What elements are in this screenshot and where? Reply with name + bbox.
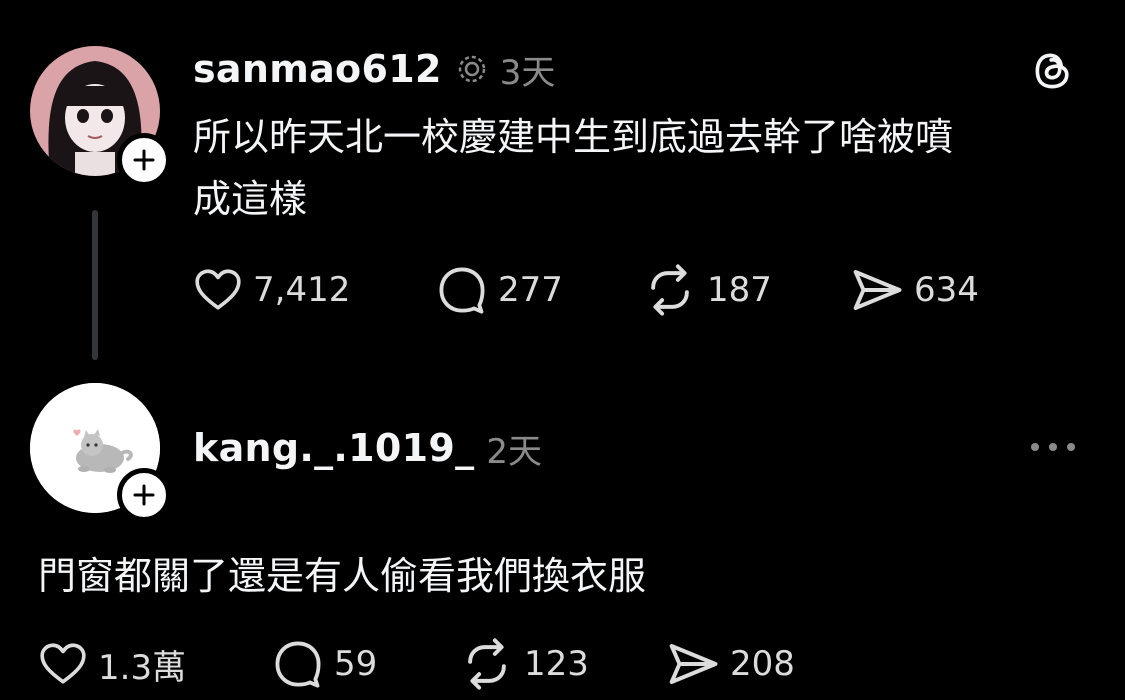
share-count: 208 [730, 644, 795, 684]
threads-logo-icon[interactable] [1028, 46, 1078, 96]
heart-icon [40, 643, 86, 684]
heart-icon [195, 269, 241, 310]
comment-bubble-icon [439, 267, 485, 314]
share-count: 634 [914, 270, 979, 310]
post-body-line: 所以昨天北一校慶建中生到底過去幹了啥被噴 [193, 115, 954, 159]
verified-ring-icon [456, 53, 488, 85]
repost-icon [468, 638, 506, 690]
repost-button[interactable]: 123 [460, 637, 589, 691]
post-header: sanmao612 3天 [193, 42, 555, 96]
more-options-icon[interactable] [1025, 432, 1081, 462]
username[interactable]: sanmao612 [193, 47, 442, 91]
comment-button[interactable]: 277 [436, 264, 563, 316]
username[interactable]: kang._.1019_ [193, 426, 474, 470]
post-body: 所以昨天北一校慶建中生到底過去幹了啥被噴 成這樣 [193, 106, 1093, 230]
like-button[interactable]: 7,412 [193, 265, 350, 315]
plus-icon [133, 149, 155, 171]
repost-count: 187 [707, 270, 772, 310]
comment-bubble-icon [275, 641, 321, 688]
send-icon [853, 270, 902, 310]
reply-body-line: 門窗都關了還是有人偷看我們換衣服 [38, 554, 647, 598]
follow-button[interactable] [117, 468, 171, 522]
like-button[interactable]: 1.3萬 [38, 639, 186, 689]
like-count: 1.3萬 [98, 647, 187, 688]
post-actions: 7,412 277 187 634 [0, 260, 1125, 320]
send-icon [669, 644, 718, 684]
comment-count: 59 [334, 644, 378, 684]
reply-body: 門窗都關了還是有人偷看我們換衣服 [38, 545, 1078, 607]
post-time: 3天 [499, 52, 556, 93]
follow-button[interactable] [117, 133, 171, 187]
post-time: 2天 [486, 431, 543, 472]
plus-icon [133, 484, 155, 506]
comment-count: 277 [498, 270, 563, 310]
share-button[interactable]: 208 [666, 637, 795, 691]
repost-icon [651, 264, 689, 316]
share-button[interactable]: 634 [850, 263, 979, 317]
comment-button[interactable]: 59 [272, 638, 377, 690]
repost-button[interactable]: 187 [643, 263, 772, 317]
reply-header: kang._.1019_ 2天 [193, 420, 542, 476]
reply-actions: 1.3萬 59 123 208 [0, 634, 1125, 694]
repost-count: 123 [524, 644, 589, 684]
like-count: 7,412 [253, 270, 351, 310]
post-body-line: 成這樣 [193, 177, 308, 221]
